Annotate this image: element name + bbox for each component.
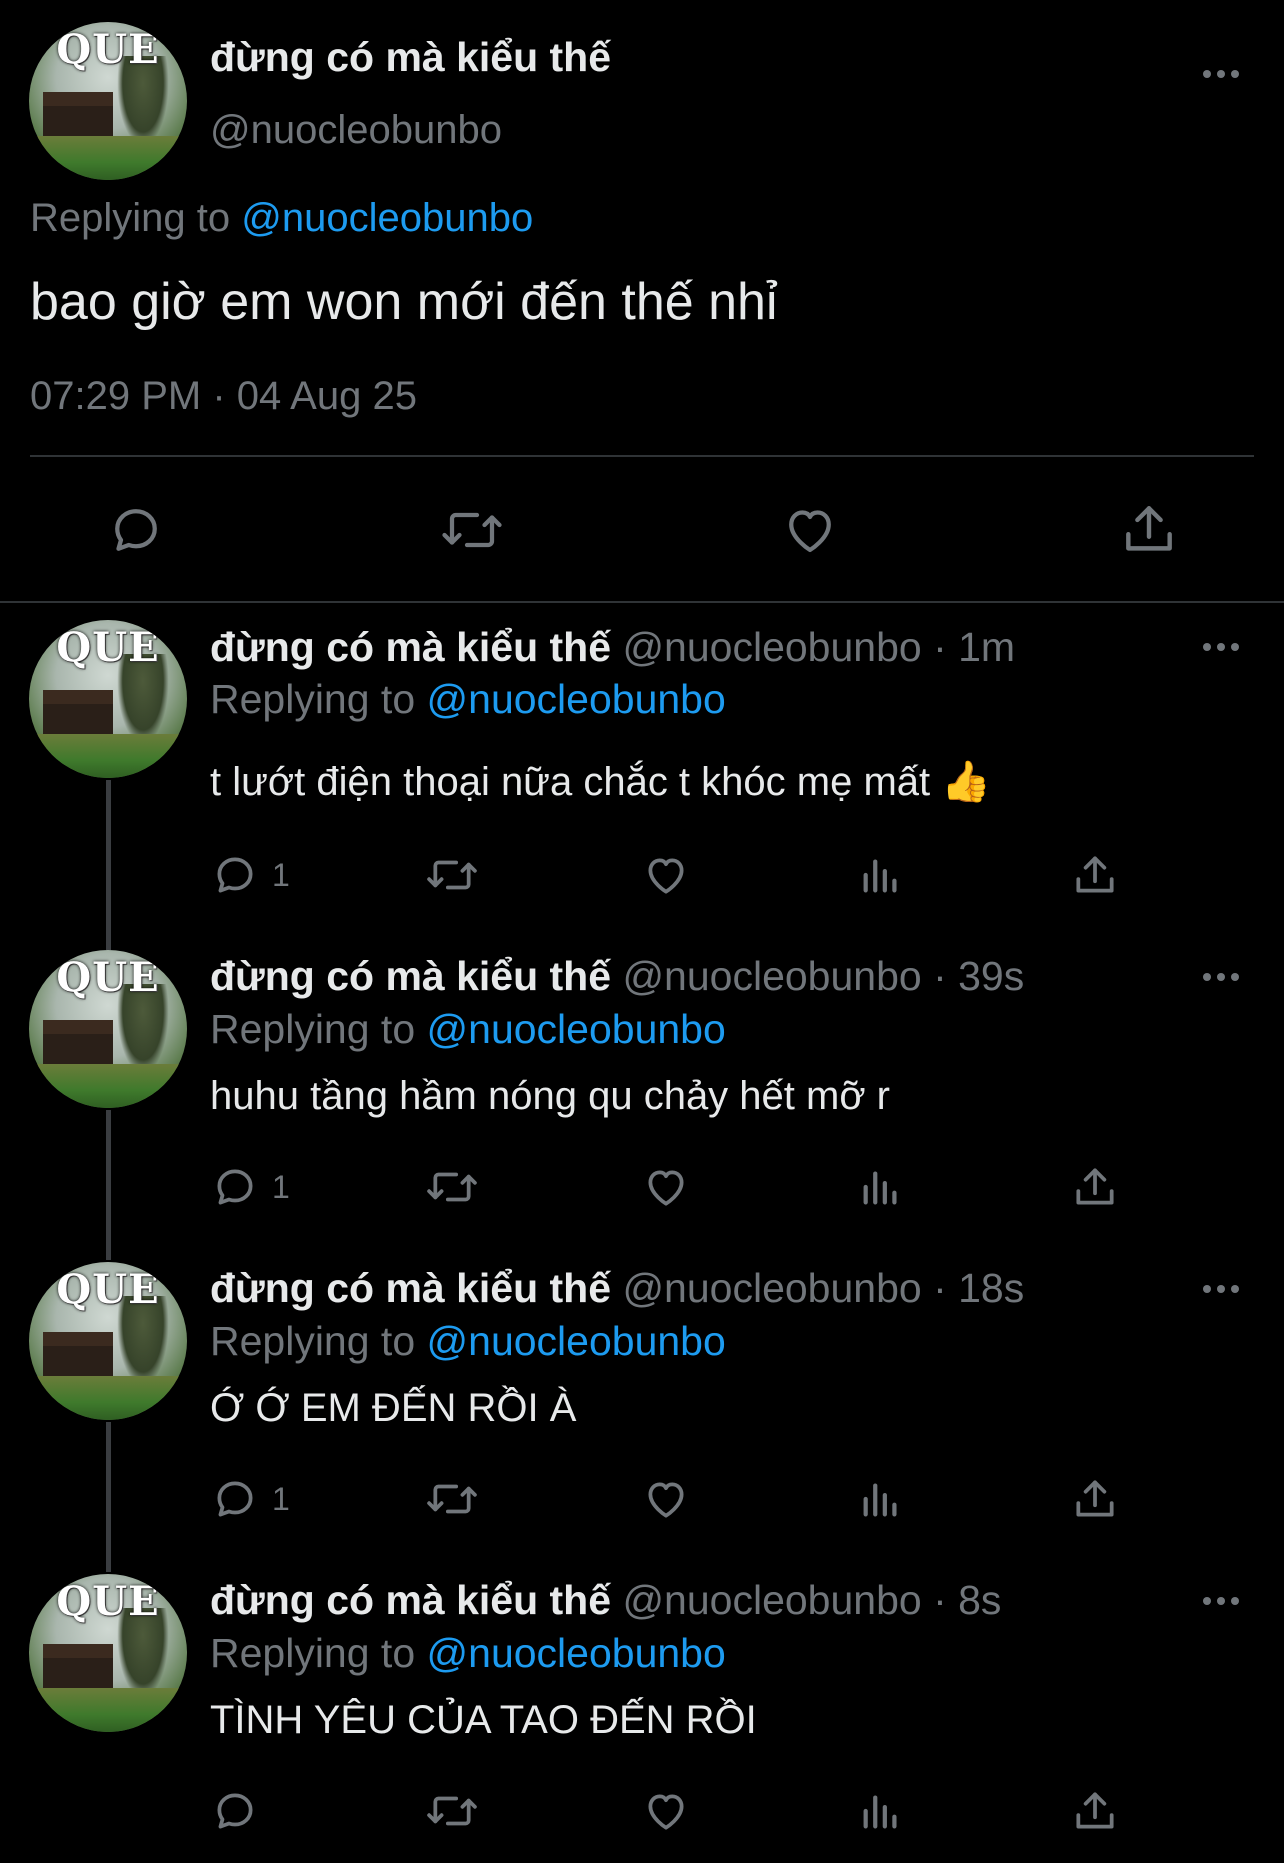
more-icon[interactable] [1203, 70, 1239, 78]
retweet-icon[interactable] [424, 850, 480, 900]
replying-prefix: Replying to [210, 676, 416, 722]
retweet-icon[interactable] [424, 1786, 480, 1836]
like-icon[interactable] [778, 500, 842, 560]
share-icon[interactable] [1070, 850, 1120, 900]
handle[interactable]: @nuocleobunbo [210, 108, 502, 153]
replying-handle-link[interactable]: @nuocleobunbo [427, 1630, 726, 1676]
handle-time[interactable]: @nuocleobunbo · 1m [622, 624, 1015, 670]
retweet-icon[interactable] [424, 1162, 480, 1212]
replying-prefix: Replying to [210, 1006, 416, 1052]
display-name[interactable]: đừng có mà kiểu thế [210, 953, 611, 999]
display-name[interactable]: đừng có mà kiểu thế [210, 1577, 611, 1623]
display-name[interactable]: đừng có mà kiểu thế [210, 34, 611, 81]
reply-count: 1 [272, 1169, 290, 1205]
reply-count: 1 [272, 1481, 290, 1517]
more-icon[interactable] [1203, 973, 1239, 981]
avatar[interactable]: QUE [29, 22, 187, 180]
replying-handle-link[interactable]: @nuocleobunbo [427, 1318, 726, 1364]
reply-icon[interactable] [210, 850, 260, 900]
avatar-ground [29, 1064, 187, 1108]
handle-time[interactable]: @nuocleobunbo · 39s [622, 953, 1024, 999]
avatar-ground [29, 1688, 187, 1732]
avatar-text: QUE [56, 624, 160, 671]
avatar[interactable]: QUE [29, 1574, 187, 1732]
replying-to: Replying to @nuocleobunbo [30, 196, 533, 241]
retweet-icon[interactable] [438, 500, 506, 560]
avatar-ground [29, 136, 187, 180]
reply-icon[interactable] [106, 500, 166, 560]
replying-to: Replying to @nuocleobunbo [210, 1006, 726, 1053]
thread-line [106, 780, 111, 950]
like-icon[interactable] [640, 1162, 692, 1212]
reply-icon[interactable] [210, 1474, 260, 1524]
like-icon[interactable] [640, 850, 692, 900]
tweet-text: huhu tầng hầm nóng qu chảy hết mỡ r [210, 1074, 890, 1118]
reply-icon[interactable] [210, 1786, 260, 1836]
more-icon[interactable] [1203, 1285, 1239, 1293]
avatar[interactable]: QUE [29, 950, 187, 1108]
share-icon[interactable] [1118, 498, 1180, 560]
more-icon[interactable] [1203, 643, 1239, 651]
reply-header: đừng có mà kiểu thế @nuocleobunbo · 18s [210, 1265, 1024, 1312]
replying-to: Replying to @nuocleobunbo [210, 676, 726, 723]
handle-time[interactable]: @nuocleobunbo · 18s [622, 1265, 1024, 1311]
replying-to: Replying to @nuocleobunbo [210, 1630, 726, 1677]
avatar-ground [29, 734, 187, 778]
display-name[interactable]: đừng có mà kiểu thế [210, 624, 611, 670]
avatar[interactable]: QUE [29, 1262, 187, 1420]
reply-header: đừng có mà kiểu thế @nuocleobunbo · 39s [210, 953, 1024, 1000]
tweet-text: TÌNH YÊU CỦA TAO ĐẾN RỒI [210, 1698, 757, 1742]
tweet-text: t lướt điện thoại nữa chắc t khóc mẹ mất… [210, 760, 992, 804]
like-icon[interactable] [640, 1474, 692, 1524]
share-icon[interactable] [1070, 1474, 1120, 1524]
replying-prefix: Replying to [210, 1318, 416, 1364]
divider [30, 455, 1254, 457]
views-icon[interactable] [858, 1476, 904, 1522]
avatar-text: QUE [56, 26, 160, 73]
like-icon[interactable] [640, 1786, 692, 1836]
replying-handle-link[interactable]: @nuocleobunbo [241, 196, 533, 240]
views-icon[interactable] [858, 1164, 904, 1210]
reply-count: 1 [272, 857, 290, 893]
replying-to: Replying to @nuocleobunbo [210, 1318, 726, 1365]
timestamp[interactable]: 07:29 PM · 04 Aug 25 [30, 374, 417, 419]
views-icon[interactable] [858, 852, 904, 898]
reply-header: đừng có mà kiểu thế @nuocleobunbo · 1m [210, 624, 1015, 671]
tweet-text: bao giờ em won mới đến thế nhỉ [30, 273, 778, 331]
retweet-icon[interactable] [424, 1474, 480, 1524]
thread-line [106, 1110, 111, 1260]
display-name[interactable]: đừng có mà kiểu thế [210, 1265, 611, 1311]
handle-time[interactable]: @nuocleobunbo · 8s [622, 1577, 1001, 1623]
replying-prefix: Replying to [30, 196, 231, 240]
tweet-text: Ớ Ớ EM ĐẾN RỒI À [210, 1386, 577, 1430]
avatar-text: QUE [56, 954, 160, 1001]
thread-line [106, 1422, 111, 1572]
reply-header: đừng có mà kiểu thế @nuocleobunbo · 8s [210, 1577, 1001, 1624]
share-icon[interactable] [1070, 1162, 1120, 1212]
avatar[interactable]: QUE [29, 620, 187, 778]
avatar-text: QUE [56, 1578, 160, 1625]
replying-handle-link[interactable]: @nuocleobunbo [427, 1006, 726, 1052]
views-icon[interactable] [858, 1788, 904, 1834]
replying-handle-link[interactable]: @nuocleobunbo [427, 676, 726, 722]
section-divider [0, 601, 1284, 603]
replying-prefix: Replying to [210, 1630, 416, 1676]
share-icon[interactable] [1070, 1786, 1120, 1836]
reply-icon[interactable] [210, 1162, 260, 1212]
avatar-text: QUE [56, 1266, 160, 1313]
more-icon[interactable] [1203, 1597, 1239, 1605]
avatar-ground [29, 1376, 187, 1420]
